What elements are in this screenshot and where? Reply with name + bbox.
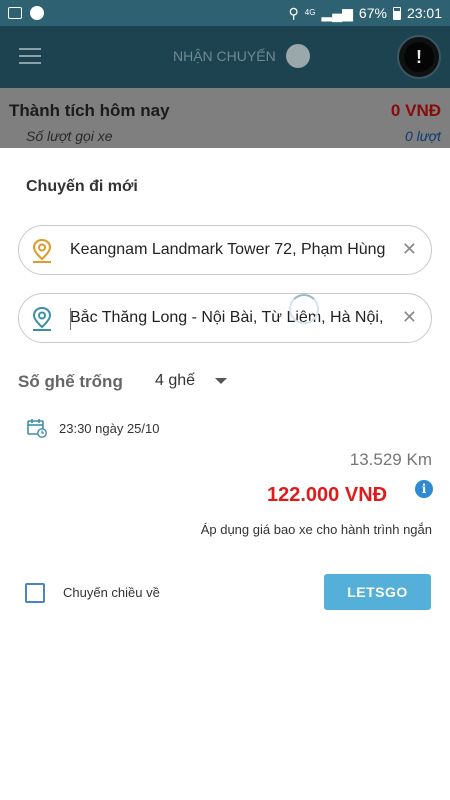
hamburger-menu-icon[interactable] (19, 48, 41, 64)
app-bar: NHẬN CHUYẾN ! (0, 26, 450, 88)
return-trip-label: Chuyến chiều về (63, 585, 160, 600)
pickup-field[interactable]: Keangnam Landmark Tower 72, Phạm Hùng ✕ (18, 225, 432, 275)
receive-trips-toggle[interactable]: NHẬN CHUYẾN (173, 44, 310, 68)
new-trip-sheet: Chuyến đi mới Keangnam Landmark Tower 72… (0, 148, 450, 800)
status-bar: ⚲ 4G ▂▄▆ 67% 23:01 (0, 0, 450, 26)
pickup-input[interactable]: Keangnam Landmark Tower 72, Phạm Hùng (70, 241, 391, 259)
stats-trips-label: Số lượt gọi xe (26, 128, 113, 144)
dropdown-arrow-icon[interactable] (215, 378, 227, 384)
battery-percent: 67% (358, 5, 387, 21)
clock: 23:01 (406, 5, 442, 21)
stats-title: Thành tích hôm nay (9, 101, 170, 120)
trip-price: 122.000 VNĐ (267, 484, 388, 506)
dropoff-clear-icon[interactable]: ✕ (402, 307, 417, 327)
alert-button[interactable]: ! (397, 35, 441, 79)
location-icon: ⚲ (288, 4, 299, 21)
pickup-pin-icon (32, 238, 52, 263)
today-stats: Thành tích hôm nay 0 VNĐ Số lượt gọi xe … (0, 88, 450, 148)
dropoff-pin-icon (32, 306, 52, 331)
stats-trips-value: 0 lượt (404, 128, 441, 144)
signal-icon: ▂▄▆ (321, 4, 353, 21)
trip-datetime[interactable]: 23:30 ngày 25/10 (59, 421, 159, 436)
seats-select[interactable]: 4 ghế (155, 372, 195, 390)
trip-distance: 13.529 Km (349, 450, 432, 469)
return-trip-checkbox[interactable] (25, 583, 45, 603)
dropoff-input[interactable]: Bắc Thăng Long - Nội Bài, Từ Liêm, Hà Nộ… (70, 309, 391, 327)
info-icon[interactable]: i (415, 480, 433, 498)
pickup-clear-icon[interactable]: ✕ (402, 239, 417, 259)
status-bar-notifications (8, 6, 44, 20)
status-bar-system: ⚲ 4G ▂▄▆ 67% 23:01 (289, 5, 442, 22)
loading-spinner-icon (289, 294, 319, 324)
stats-amount: 0 VNĐ (390, 101, 441, 120)
toggle-label: NHẬN CHUYẾN (173, 48, 276, 64)
dropoff-field[interactable]: Bắc Thăng Long - Nội Bài, Từ Liêm, Hà Nộ… (18, 293, 432, 343)
price-note: Áp dụng giá bao xe cho hành trình ngắn (200, 522, 432, 537)
calendar-clock-icon[interactable] (27, 418, 47, 438)
app-notification-icon (30, 6, 44, 20)
toggle-knob[interactable] (285, 44, 310, 68)
seats-label: Số ghế trống (18, 372, 123, 391)
letsgo-button[interactable]: LETSGO (324, 574, 431, 610)
gallery-notification-icon (8, 7, 22, 19)
sheet-title: Chuyến đi mới (26, 178, 138, 195)
battery-icon (392, 6, 401, 20)
network-type: 4G (304, 8, 316, 17)
alert-icon: ! (404, 42, 434, 72)
